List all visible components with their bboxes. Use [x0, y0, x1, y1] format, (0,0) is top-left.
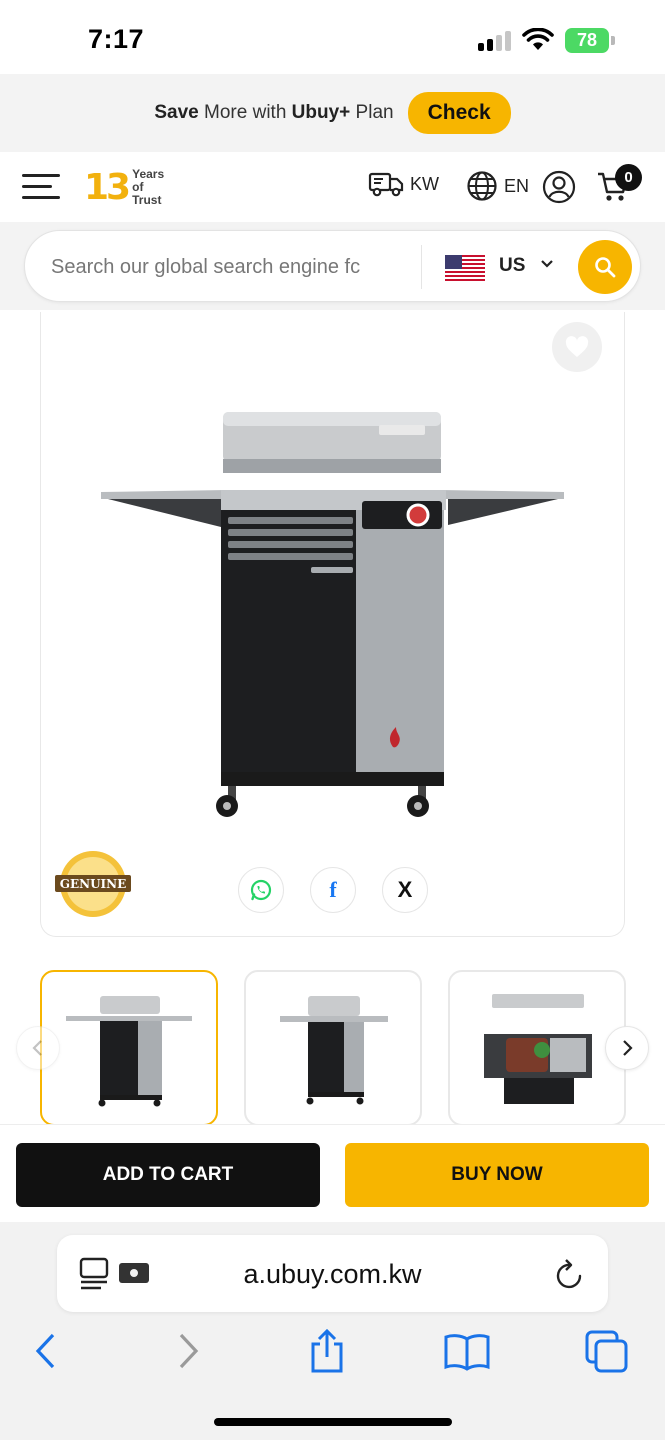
menu-icon[interactable]: [22, 172, 60, 202]
language-selector[interactable]: EN: [466, 170, 529, 202]
delivery-truck-icon: [368, 172, 404, 197]
product-image-card: GENUINE f X: [40, 312, 625, 937]
globe-icon: [467, 171, 497, 201]
badge-text: GENUINE: [60, 877, 127, 891]
search-input[interactable]: [51, 253, 403, 281]
address-bar[interactable]: a.ubuy.com.kw: [57, 1235, 608, 1312]
home-indicator: [214, 1418, 452, 1426]
check-plan-button[interactable]: Check: [407, 92, 511, 134]
forward-button[interactable]: [164, 1326, 214, 1376]
book-icon: [444, 1334, 490, 1371]
chevron-right-icon: [623, 1040, 633, 1056]
site-header: 13 Years of Trust KW EN: [0, 152, 665, 222]
battery-level: 78: [565, 28, 609, 53]
search-country-code[interactable]: US: [499, 255, 525, 277]
status-bar: 7:17 78: [0, 0, 665, 74]
tabs-icon: [585, 1330, 628, 1373]
logo-number: 13: [84, 166, 131, 208]
search-icon: [595, 257, 616, 278]
wifi-icon: [522, 28, 554, 50]
battery-icon: 78: [565, 28, 615, 53]
buy-now-button[interactable]: BUY NOW: [345, 1143, 649, 1207]
thumbnail-1[interactable]: [40, 970, 218, 1126]
browser-chrome: a.ubuy.com.kw: [0, 1222, 665, 1440]
cart-count-badge: 0: [615, 164, 642, 191]
wishlist-button[interactable]: [552, 322, 602, 372]
url-text: a.ubuy.com.kw: [243, 1259, 422, 1289]
status-time: 7:17: [88, 24, 145, 54]
carousel-next-button[interactable]: [605, 1026, 649, 1070]
carousel-prev-button[interactable]: [16, 1026, 60, 1070]
thumbnail-open-grill-image: [484, 994, 592, 1104]
add-to-cart-button[interactable]: ADD TO CART: [16, 1143, 320, 1207]
share-button[interactable]: [302, 1326, 352, 1376]
thumbnail-grill-angle-image: [280, 996, 388, 1105]
search-button[interactable]: [578, 240, 632, 294]
chevron-left-icon: [32, 1040, 42, 1056]
promo-text: Save More with Ubuy+ Plan: [154, 102, 394, 123]
language-code: EN: [504, 175, 530, 196]
shipping-country-code: KW: [410, 173, 439, 194]
signal-icon: [478, 31, 514, 51]
shipping-country-selector[interactable]: KW: [368, 170, 439, 198]
us-flag-icon: [445, 255, 485, 281]
logo-text: Years of Trust: [132, 166, 165, 207]
x-share-button[interactable]: X: [382, 867, 428, 913]
genuine-product-badge: GENUINE: [55, 851, 131, 917]
reload-icon[interactable]: [554, 1257, 586, 1291]
whatsapp-icon: [250, 879, 272, 901]
product-image-grill[interactable]: [96, 407, 571, 832]
thumbnail-grill-image: [66, 996, 192, 1107]
promo-bar: Save More with Ubuy+ Plan Check: [0, 74, 665, 152]
share-icon: [311, 1328, 343, 1373]
account-icon[interactable]: [542, 170, 576, 204]
thumbnail-carousel: [0, 968, 665, 1128]
chevron-left-icon: [35, 1333, 55, 1369]
back-button[interactable]: [20, 1326, 70, 1376]
search-bar: US: [24, 230, 641, 302]
thumbnail-3[interactable]: [448, 970, 626, 1126]
search-band: US: [0, 222, 665, 310]
bookmarks-button[interactable]: [442, 1326, 492, 1376]
thumbnail-2[interactable]: [244, 970, 422, 1126]
share-buttons: f X: [238, 867, 428, 913]
purchase-action-bar: ADD TO CART BUY NOW: [0, 1124, 665, 1222]
chevron-down-icon[interactable]: [539, 256, 555, 272]
chevron-right-icon: [179, 1333, 199, 1369]
facebook-share-button[interactable]: f: [310, 867, 356, 913]
heart-icon: [565, 336, 589, 357]
whatsapp-share-button[interactable]: [238, 867, 284, 913]
tabs-button[interactable]: [582, 1326, 632, 1376]
logo[interactable]: 13 Years of Trust: [84, 158, 176, 216]
